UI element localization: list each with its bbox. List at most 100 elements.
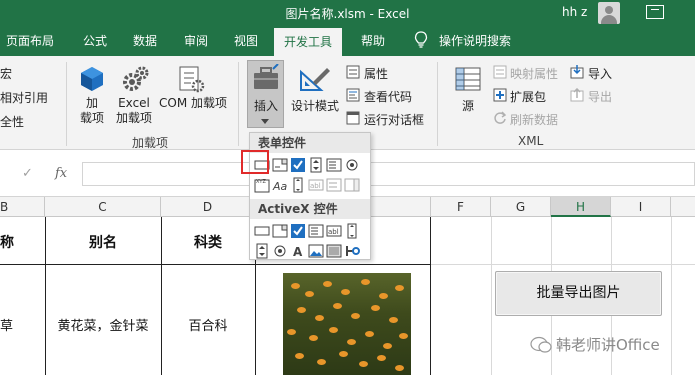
tab-help[interactable]: 帮助 <box>361 32 385 49</box>
activex-button-icon[interactable] <box>254 223 270 239</box>
wechat-icon <box>530 336 552 353</box>
refresh-data-button[interactable]: 刷新数据 <box>510 111 558 128</box>
toolbox-icon <box>254 64 279 89</box>
com-addins-icon <box>179 66 205 93</box>
refresh-icon <box>494 111 507 124</box>
window-title: 图片名称.xlsm - Excel <box>285 7 410 21</box>
design-mode-button[interactable]: 设计模式 <box>289 99 341 114</box>
header-cell-family[interactable]: 科类 <box>161 232 255 252</box>
tab-review[interactable]: 审阅 <box>184 32 208 49</box>
xml-group-label: XML <box>518 134 544 148</box>
addins-store-icon <box>81 67 103 91</box>
export-button[interactable]: 导出 <box>588 88 612 105</box>
properties-button[interactable]: 属性 <box>364 65 388 82</box>
gear-icon <box>123 66 149 91</box>
column-header-f[interactable]: F <box>431 197 491 217</box>
expansion-packs-button[interactable]: 扩展包 <box>510 88 546 105</box>
tab-page-layout[interactable]: 页面布局 <box>6 32 54 49</box>
table-cell-family[interactable]: 百合科 <box>161 315 255 334</box>
ribbon-display-options-icon[interactable] <box>646 5 664 19</box>
activex-label-icon[interactable]: A <box>290 243 306 259</box>
column-header-g[interactable]: G <box>491 197 551 217</box>
table-cell-name[interactable]: 草 <box>0 315 16 334</box>
svg-text:XYZ: XYZ <box>256 179 266 185</box>
macros-button[interactable]: 宏 <box>0 65 12 82</box>
gridline <box>671 217 672 375</box>
user-name[interactable]: hh z <box>562 5 587 19</box>
table-cell-alias[interactable]: 黄花菜，金针菜 <box>45 315 161 334</box>
form-option-button-icon[interactable] <box>344 157 360 173</box>
form-listbox-icon[interactable] <box>326 157 342 173</box>
import-button[interactable]: 导入 <box>588 65 612 82</box>
map-properties-icon <box>493 65 507 79</box>
batch-export-images-button[interactable]: 批量导出图片 <box>495 271 662 316</box>
lightbulb-icon <box>414 31 428 48</box>
column-header-h[interactable]: H <box>551 197 611 217</box>
activex-textbox-icon[interactable]: abl <box>326 223 342 239</box>
activex-option-button-icon[interactable] <box>272 243 288 259</box>
export-icon <box>570 88 584 102</box>
tell-me-search[interactable]: 操作说明搜索 <box>439 32 511 49</box>
header-cell-alias[interactable]: 别名 <box>45 232 161 252</box>
insert-function-icon[interactable]: fx <box>55 166 67 181</box>
tab-view[interactable]: 视图 <box>234 32 258 49</box>
run-dialog-icon <box>346 111 360 125</box>
title-bar: 图片名称.xlsm - Excel hh z <box>0 0 695 26</box>
properties-icon <box>346 65 360 79</box>
view-code-icon <box>346 88 360 102</box>
macro-security-button[interactable]: 全性 <box>0 113 24 130</box>
insert-button[interactable]: 插入 <box>249 99 283 114</box>
form-scrollbar-icon[interactable] <box>290 177 306 193</box>
activex-listbox-icon[interactable] <box>308 223 324 239</box>
chevron-down-icon <box>261 119 269 124</box>
column-header-b[interactable]: B <box>0 197 45 217</box>
form-label-icon[interactable]: Aa <box>272 177 288 193</box>
table-border <box>0 264 431 265</box>
form-groupbox-icon[interactable]: XYZ <box>254 177 270 193</box>
activex-combobox-icon[interactable] <box>272 223 288 239</box>
flower-photo[interactable] <box>283 273 411 375</box>
run-dialog-button[interactable]: 运行对话框 <box>364 111 424 128</box>
svg-text:abl: abl <box>310 182 321 190</box>
tab-formulas[interactable]: 公式 <box>83 32 107 49</box>
column-header-d[interactable]: D <box>161 197 255 217</box>
view-code-button[interactable]: 查看代码 <box>364 88 412 105</box>
addins-button[interactable]: 加 载项 <box>76 96 108 126</box>
header-cell-name[interactable]: 称 <box>0 232 14 252</box>
form-textfield-icon[interactable]: abl <box>308 177 324 193</box>
group-separator <box>66 62 67 146</box>
cancel-icon[interactable]: ✓ <box>22 166 33 181</box>
form-checkbox-icon[interactable] <box>290 157 306 173</box>
excel-addins-button[interactable]: Excel 加载项 <box>112 96 156 126</box>
form-combobox-icon[interactable] <box>272 157 288 173</box>
tab-data[interactable]: 数据 <box>133 32 157 49</box>
activex-scrollbar-icon[interactable] <box>344 223 360 239</box>
activex-checkbox-icon[interactable] <box>290 223 306 239</box>
highlight-box <box>241 150 269 174</box>
table-border <box>430 217 431 375</box>
watermark-text: 韩老师讲Office <box>556 336 660 354</box>
design-mode-icon <box>300 68 330 91</box>
xml-source-button[interactable]: 源 <box>455 99 481 114</box>
form-combo-dropdown-icon[interactable] <box>344 177 360 193</box>
gridline <box>431 264 695 265</box>
activex-image-icon[interactable] <box>308 243 324 259</box>
column-header-c[interactable]: C <box>45 197 161 217</box>
group-separator <box>238 62 239 146</box>
ribbon-tab-bar: 页面布局 公式 数据 审阅 视图 开发工具 帮助 操作说明搜索 <box>0 26 695 56</box>
formula-input[interactable] <box>82 162 695 186</box>
form-combo-list-icon[interactable] <box>326 177 342 193</box>
form-spinner-icon[interactable] <box>308 157 324 173</box>
com-addins-button[interactable]: COM 加载项 <box>156 96 230 111</box>
activex-toggle-button-icon[interactable] <box>326 243 342 259</box>
column-header-i[interactable]: I <box>611 197 671 217</box>
tab-developer[interactable]: 开发工具 <box>274 28 343 56</box>
map-properties-button[interactable]: 映射属性 <box>510 65 558 82</box>
column-header-j[interactable] <box>671 197 695 217</box>
activex-spinner-icon[interactable] <box>254 243 270 259</box>
avatar[interactable] <box>598 2 620 24</box>
gridline <box>491 217 492 375</box>
more-controls-icon[interactable] <box>344 243 360 259</box>
relative-reference-button[interactable]: 相对引用 <box>0 89 48 106</box>
svg-text:abl: abl <box>328 228 339 236</box>
